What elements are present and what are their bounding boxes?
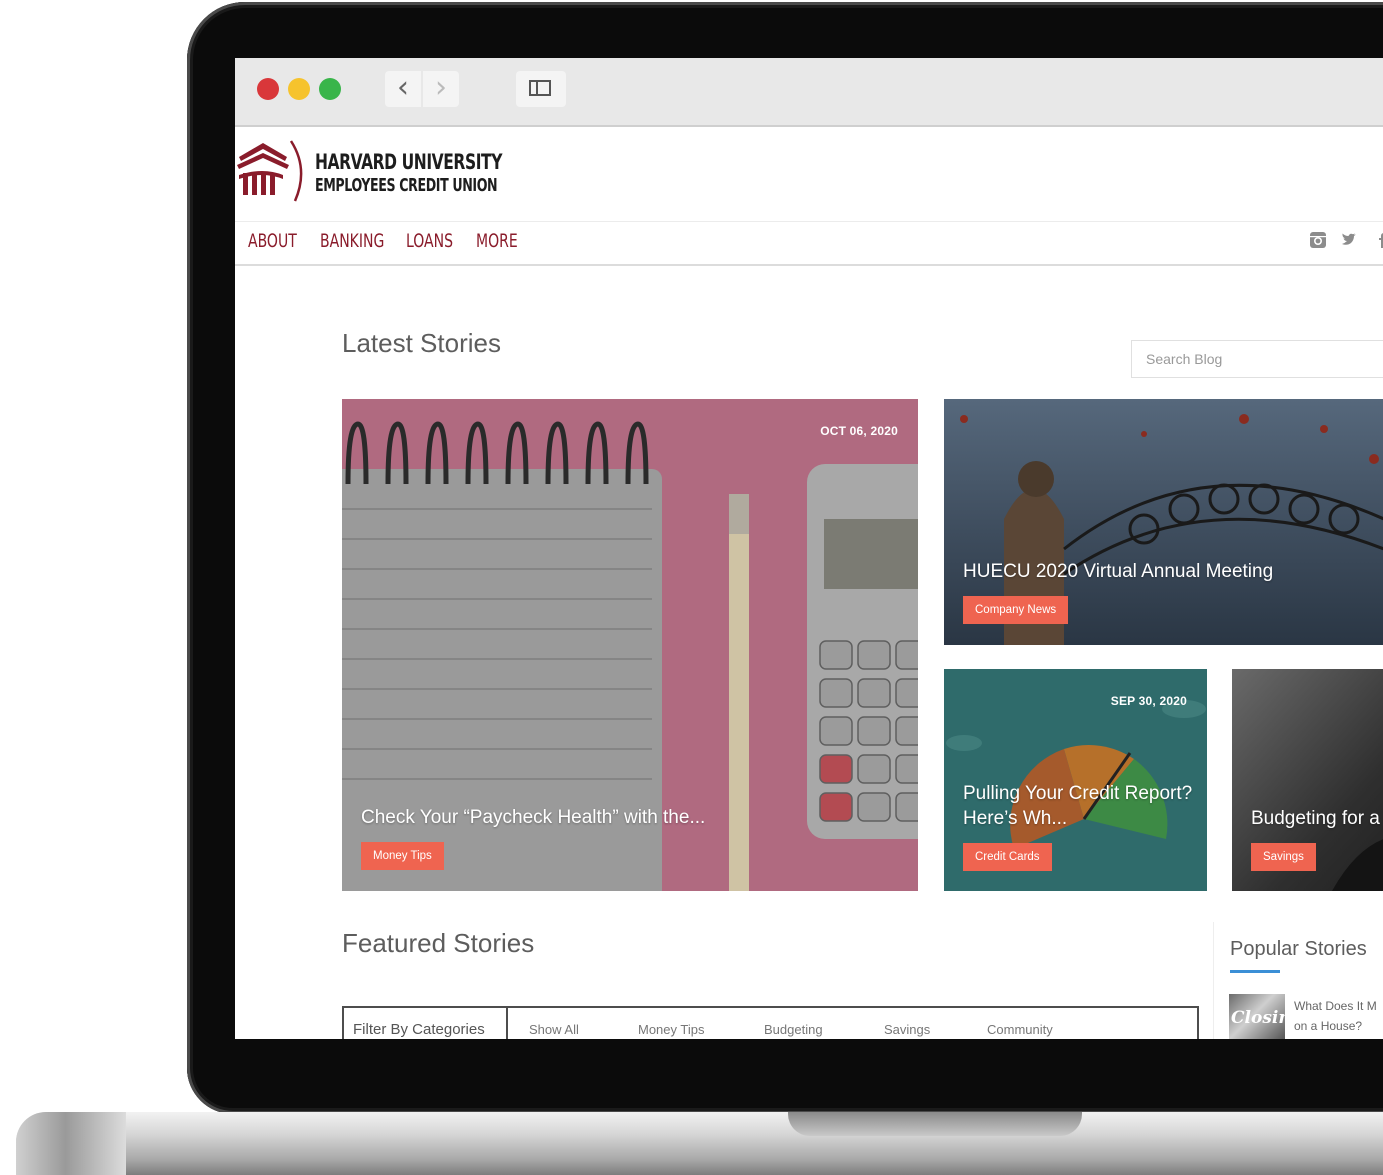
popular-story-line1: What Does It M — [1294, 999, 1377, 1013]
nav-banking[interactable]: BANKING — [320, 230, 384, 252]
story-tag[interactable]: Money Tips — [361, 842, 444, 870]
twitter-icon[interactable] — [1340, 231, 1358, 249]
story-tag[interactable]: Credit Cards — [963, 843, 1052, 871]
filter-money-tips[interactable]: Money Tips — [638, 1022, 704, 1037]
facebook-icon[interactable] — [1372, 231, 1383, 249]
chevron-right-icon: › — [435, 70, 447, 105]
laptop-notch — [788, 1112, 1082, 1136]
latest-stories-title: Latest Stories — [342, 328, 501, 358]
story-tag[interactable]: Company News — [963, 596, 1069, 624]
brand-subname: EMPLOYEES CREDIT UNION — [315, 175, 498, 196]
search-blog-input[interactable] — [1131, 340, 1383, 378]
story-title[interactable]: Budgeting for a — [1251, 806, 1383, 831]
logo-icon[interactable] — [235, 135, 307, 205]
site-header: HARVARD UNIVERSITY EMPLOYEES CREDIT UNIO… — [235, 127, 1383, 222]
nav-more[interactable]: MORE — [476, 230, 518, 252]
main-nav: ABOUT BANKING LOANS MORE — [235, 221, 1383, 266]
featured-stories-title: Featured Stories — [342, 928, 535, 958]
minimize-window-button[interactable] — [288, 78, 310, 100]
popular-title-underline — [1230, 970, 1280, 973]
nav-about[interactable]: ABOUT — [248, 230, 297, 252]
laptop-base — [16, 1112, 1383, 1175]
story-date: OCT 06, 2020 — [820, 424, 898, 438]
popular-story-link[interactable]: What Does It M on a House? — [1294, 996, 1383, 1036]
story-card-paycheck[interactable]: OCT 06, 2020 Check Your “Paycheck Health… — [342, 399, 918, 891]
close-window-button[interactable] — [257, 78, 279, 100]
story-card-annual-meeting[interactable]: HUECU 2020 Virtual Annual Meeting Compan… — [944, 399, 1383, 645]
story-card-credit-report[interactable]: SEP 30, 2020 Pulling Your Credit Report?… — [944, 669, 1207, 891]
nav-loans[interactable]: LOANS — [406, 230, 453, 252]
sidebar-toggle-button[interactable] — [516, 71, 566, 107]
popular-stories-title: Popular Stories — [1230, 938, 1367, 960]
category-filter-bar: Filter By Categories Show All Money Tips… — [342, 1006, 1199, 1039]
forward-button[interactable]: › — [423, 71, 459, 107]
story-title[interactable]: HUECU 2020 Virtual Annual Meeting — [963, 559, 1383, 584]
popular-story-line2: on a House? — [1294, 1019, 1363, 1033]
thumb-text: Closing — [1231, 1008, 1285, 1028]
story-card-budgeting[interactable]: Budgeting for a Savings — [1232, 669, 1383, 891]
brand-name: HARVARD UNIVERSITY — [315, 150, 503, 174]
chevron-left-icon: ‹ — [397, 70, 409, 105]
story-date: SEP 30, 2020 — [1110, 694, 1187, 708]
popular-story-thumbnail[interactable]: Closing — [1229, 994, 1285, 1039]
filter-budgeting[interactable]: Budgeting — [764, 1022, 823, 1037]
story-tag[interactable]: Savings — [1251, 843, 1316, 871]
sidebar-icon — [529, 80, 551, 96]
instagram-icon[interactable] — [1309, 231, 1327, 249]
sidebar-divider — [1213, 922, 1214, 1039]
filter-label: Filter By Categories — [344, 1008, 508, 1039]
filter-show-all[interactable]: Show All — [529, 1022, 579, 1037]
filter-savings[interactable]: Savings — [884, 1022, 930, 1037]
back-button[interactable]: ‹ — [385, 71, 421, 107]
story-title[interactable]: Check Your “Paycheck Health” with the... — [361, 805, 901, 830]
story-title[interactable]: Pulling Your Credit Report? Here’s Wh... — [963, 781, 1203, 831]
filter-community[interactable]: Community — [987, 1022, 1053, 1037]
browser-screen: ‹ › HARVARD UNIVERSITY EMPLOYEES CREDIT … — [235, 58, 1383, 1039]
maximize-window-button[interactable] — [319, 78, 341, 100]
browser-toolbar: ‹ › — [235, 58, 1383, 127]
